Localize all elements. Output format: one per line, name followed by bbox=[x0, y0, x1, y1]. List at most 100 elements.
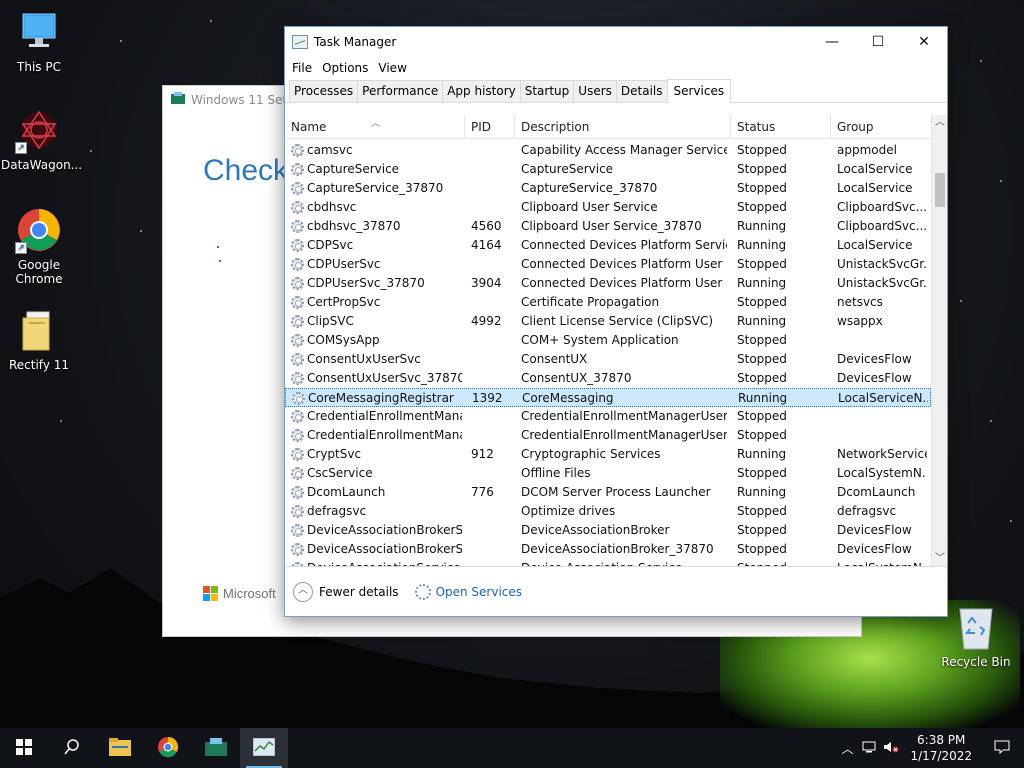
chrome-icon: ↗ bbox=[15, 206, 63, 254]
close-button[interactable]: ✕ bbox=[901, 27, 947, 57]
column-header-description[interactable]: Description bbox=[515, 115, 731, 139]
scroll-up-icon[interactable]: ︿ bbox=[932, 115, 948, 131]
table-row[interactable]: CredentialEnrollmentMana... CredentialEnr… bbox=[285, 426, 931, 445]
tab-app-history[interactable]: App history bbox=[442, 80, 521, 102]
tab-performance[interactable]: Performance bbox=[357, 80, 444, 102]
desktop-icon-datawagon[interactable]: ↗ DataWagon... bbox=[1, 106, 83, 172]
cell-status: Stopped bbox=[737, 542, 787, 556]
chevron-up-icon[interactable]: ︿ bbox=[836, 740, 858, 757]
cell-name: cbdhsvc bbox=[307, 200, 357, 214]
tab-details[interactable]: Details bbox=[615, 80, 668, 102]
vertical-scrollbar[interactable]: ︿ ﹀ bbox=[931, 115, 947, 567]
desktop-icon-label: Google Chrome bbox=[15, 258, 63, 286]
table-row[interactable]: CaptureService CaptureService Stopped Local… bbox=[285, 160, 931, 179]
cell-status: Running bbox=[737, 485, 787, 499]
services-gear-icon bbox=[414, 583, 431, 600]
services-list[interactable]: ︿ Name PID Description Status Group cams… bbox=[285, 114, 947, 567]
table-row[interactable]: CertPropSvc Certificate Propagation Stoppe… bbox=[285, 293, 931, 312]
cell-name: CscService bbox=[307, 466, 373, 480]
cell-name: CredentialEnrollmentMana... bbox=[307, 409, 462, 423]
table-row[interactable]: cbdhsvc Clipboard User Service Stopped Clip… bbox=[285, 198, 931, 217]
start-button[interactable] bbox=[0, 728, 48, 768]
search-button[interactable] bbox=[48, 728, 96, 768]
cell-status: Stopped bbox=[737, 257, 787, 271]
table-row[interactable]: CoreMessagingRegistrar 1392 CoreMessaging R… bbox=[285, 388, 931, 407]
table-row[interactable]: ConsentUxUserSvc_37870 ConsentUX_37870 Sto… bbox=[285, 369, 931, 388]
fewer-details-button[interactable]: Fewer details bbox=[319, 585, 399, 599]
table-row[interactable]: ConsentUxUserSvc ConsentUX Stopped DevicesF… bbox=[285, 350, 931, 369]
table-row[interactable]: COMSysApp COM+ System Application Stopped bbox=[285, 331, 931, 350]
tab-processes[interactable]: Processes bbox=[289, 80, 359, 102]
task-manager-icon bbox=[252, 737, 276, 759]
open-services-link[interactable]: Open Services bbox=[436, 585, 522, 599]
tab-users[interactable]: Users bbox=[573, 80, 617, 102]
table-row[interactable]: cbdhsvc_37870 4560 Clipboard User Service_… bbox=[285, 217, 931, 236]
table-row[interactable]: CDPSvc 4164 Connected Devices Platform Ser… bbox=[285, 236, 931, 255]
cell-description: Clipboard User Service_37870 bbox=[521, 219, 702, 233]
table-row[interactable]: ClipSVC 4992 Client License Service (ClipS… bbox=[285, 312, 931, 331]
taskbar-file-explorer[interactable] bbox=[96, 728, 144, 768]
service-gear-icon bbox=[291, 163, 304, 176]
table-row[interactable]: DcomLaunch 776 DCOM Server Process Launche… bbox=[285, 483, 931, 502]
volume-muted-icon[interactable] bbox=[880, 741, 902, 756]
chevron-up-icon[interactable]: ︿ bbox=[293, 581, 313, 602]
tab-startup[interactable]: Startup bbox=[519, 80, 575, 102]
column-header-name[interactable]: ︿ Name bbox=[285, 115, 465, 139]
cell-name: CDPSvc bbox=[307, 238, 354, 252]
menu-file[interactable]: File bbox=[288, 61, 316, 75]
tab-services[interactable]: Services bbox=[666, 79, 732, 103]
cell-description: Connected Devices Platform Service bbox=[521, 238, 727, 252]
column-header-pid[interactable]: PID bbox=[465, 115, 515, 139]
column-header-group[interactable]: Group bbox=[831, 115, 931, 139]
title-bar[interactable]: Task Manager — ☐ ✕ bbox=[285, 27, 947, 57]
desktop-icon-label: DataWagon... bbox=[1, 158, 83, 172]
cell-group: LocalService bbox=[837, 162, 913, 176]
table-row[interactable]: DeviceAssociationBrokerSvc DeviceAssociat… bbox=[285, 521, 931, 540]
cell-name: CDPUserSvc_37870 bbox=[307, 276, 425, 290]
table-row[interactable]: DeviceAssociationBrokerSv... DeviceAssoci… bbox=[285, 540, 931, 559]
maximize-button[interactable]: ☐ bbox=[855, 27, 901, 57]
microsoft-branding: Microsoft bbox=[203, 586, 276, 601]
cell-status: Running bbox=[737, 238, 787, 252]
service-gear-icon bbox=[291, 372, 304, 385]
cell-group: DcomLaunch bbox=[837, 485, 916, 499]
taskbar-chrome[interactable] bbox=[144, 728, 192, 768]
table-row[interactable]: CDPUserSvc Connected Devices Platform Use… bbox=[285, 255, 931, 274]
task-manager-window[interactable]: Task Manager — ☐ ✕ File Options View Pro… bbox=[284, 26, 948, 617]
taskbar-windows11-setup[interactable] bbox=[192, 728, 240, 768]
cell-description: ConsentUX bbox=[521, 352, 588, 366]
cell-status: Stopped bbox=[737, 466, 787, 480]
table-row[interactable]: CryptSvc 912 Cryptographic Services Running… bbox=[285, 445, 931, 464]
table-row[interactable]: defragsvc Optimize drives Stopped defragsvc bbox=[285, 502, 931, 521]
menu-options[interactable]: Options bbox=[318, 61, 372, 75]
notifications-icon[interactable] bbox=[980, 740, 1024, 757]
cell-description: Connected Devices Platform User Se... bbox=[521, 257, 727, 271]
scroll-thumb[interactable] bbox=[935, 173, 945, 207]
desktop-icon-this-pc[interactable]: This PC bbox=[1, 8, 77, 74]
clock[interactable]: 6:38 PM 1/17/2022 bbox=[902, 732, 980, 764]
sort-ascending-icon: ︿ bbox=[371, 119, 381, 129]
table-row[interactable]: CscService Offline Files Stopped LocalSyste… bbox=[285, 464, 931, 483]
service-gear-icon bbox=[291, 220, 304, 233]
desktop-icon-rectify-11[interactable]: Rectify 11 bbox=[1, 306, 77, 372]
table-row[interactable]: CaptureService_37870 CaptureService_37870… bbox=[285, 179, 931, 198]
table-row[interactable]: CDPUserSvc_37870 3904 Connected Devices Pl… bbox=[285, 274, 931, 293]
cell-status: Stopped bbox=[737, 162, 787, 176]
column-header-status[interactable]: Status bbox=[731, 115, 831, 139]
minimize-button[interactable]: — bbox=[809, 27, 855, 57]
desktop-icon-google-chrome[interactable]: ↗ Google Chrome bbox=[1, 206, 77, 286]
menu-view[interactable]: View bbox=[374, 61, 410, 75]
desktop-icon-recycle-bin[interactable]: Recycle Bin bbox=[940, 603, 1012, 669]
service-gear-icon bbox=[291, 296, 304, 309]
desktop-icon-label: This PC bbox=[17, 60, 61, 74]
network-icon[interactable] bbox=[858, 741, 880, 756]
table-row[interactable]: CredentialEnrollmentMana... CredentialEnr… bbox=[285, 407, 931, 426]
cell-status: Stopped bbox=[737, 371, 787, 385]
table-row[interactable]: camsvc Capability Access Manager Service S… bbox=[285, 141, 931, 160]
service-gear-icon bbox=[291, 448, 304, 461]
cell-name: ConsentUxUserSvc bbox=[307, 352, 421, 366]
shortcut-arrow-icon: ↗ bbox=[15, 142, 27, 154]
cell-group: UnistackSvcGr... bbox=[837, 276, 927, 290]
scroll-down-icon[interactable]: ﹀ bbox=[932, 551, 948, 567]
taskbar-task-manager[interactable] bbox=[240, 728, 288, 768]
